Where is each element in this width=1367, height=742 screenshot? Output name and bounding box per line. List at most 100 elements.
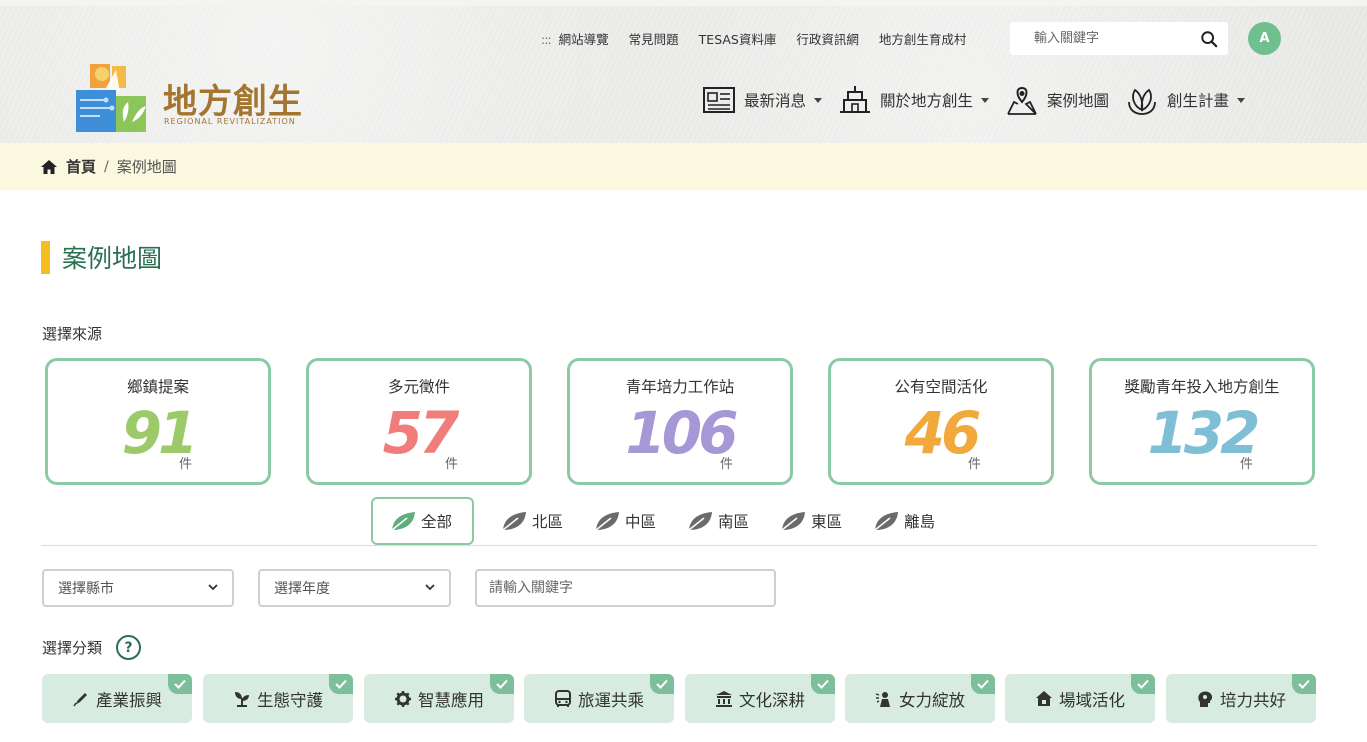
top-link-sitemap[interactable]: ::: 網站導覽 <box>541 29 609 48</box>
checkmark-icon <box>650 674 674 694</box>
checkmark-icon <box>329 674 353 694</box>
source-card-youth-reward[interactable]: 獎勵青年投入地方創生 132 件 <box>1089 358 1315 485</box>
top-link-faq[interactable]: 常見問題 <box>629 29 679 48</box>
category-chip-women[interactable]: 女力綻放 <box>845 674 995 723</box>
leaf-icon <box>874 512 899 531</box>
chip-label: 文化深耕 <box>739 690 805 710</box>
tab-label: 南區 <box>718 513 750 531</box>
nav-news-label: 最新消息 <box>744 92 807 110</box>
checkmark-icon <box>168 674 192 694</box>
chip-label: 智慧應用 <box>418 690 484 710</box>
region-tabs: 全部 北區 中區 南區 東區 離島 <box>371 497 953 545</box>
category-chip-space[interactable]: 場域活化 <box>1005 674 1155 723</box>
map-pin-icon <box>1007 86 1037 115</box>
help-icon[interactable]: ? <box>116 635 141 660</box>
top-link-tesas[interactable]: TESAS資料庫 <box>699 29 777 48</box>
page-title: 案例地圖 <box>62 244 163 273</box>
source-card-public-space[interactable]: 公有空間活化 46 件 <box>828 358 1054 485</box>
bus-icon <box>555 689 571 707</box>
leaf-hand-icon <box>1128 88 1156 115</box>
category-chip-culture[interactable]: 文化深耕 <box>685 674 835 723</box>
year-select[interactable]: 選擇年度 <box>258 569 451 607</box>
source-card-title: 青年培力工作站 <box>625 378 735 396</box>
site-search-input[interactable] <box>1010 23 1180 54</box>
chevron-down-icon <box>981 97 990 103</box>
category-chip-empower[interactable]: 培力共好 <box>1166 674 1316 723</box>
chip-label: 女力綻放 <box>899 690 965 710</box>
search-icon[interactable] <box>1200 30 1218 48</box>
nav-news[interactable]: 最新消息 <box>702 84 823 116</box>
title-accent-bar <box>41 240 50 274</box>
chevron-down-icon <box>1237 97 1246 103</box>
category-chip-ecology[interactable]: 生態守護 <box>203 674 353 723</box>
house-icon <box>1036 690 1052 706</box>
county-select[interactable]: 選擇縣市 <box>42 569 234 607</box>
site-search <box>1010 22 1228 55</box>
woman-icon <box>875 691 890 707</box>
category-chip-industry[interactable]: 產業振興 <box>42 674 192 723</box>
site-logo[interactable]: 地方創生 REGIONAL REVITALIZATION <box>76 62 316 134</box>
source-card-unit: 件 <box>968 457 982 472</box>
chip-label: 旅運共乘 <box>578 690 644 710</box>
source-card-unit: 件 <box>445 457 459 472</box>
top-link-sitemap-label: 網站導覽 <box>558 32 609 47</box>
pen-icon <box>73 692 87 706</box>
top-link-admin-info[interactable]: 行政資訊網 <box>796 29 859 48</box>
logo-title: 地方創生 <box>163 82 303 122</box>
source-card-title: 鄉鎮提案 <box>126 378 189 396</box>
tab-region-islands[interactable]: 離島 <box>860 497 947 545</box>
tab-region-east[interactable]: 東區 <box>767 497 854 545</box>
chip-label: 生態守護 <box>257 690 323 710</box>
nav-case-map[interactable]: 案例地圖 <box>1005 84 1109 116</box>
breadcrumb-separator: / <box>104 158 109 175</box>
tab-label: 東區 <box>811 513 843 531</box>
category-chip-smart[interactable]: 智慧應用 <box>364 674 514 723</box>
leaf-icon <box>502 512 527 531</box>
chevron-down-icon <box>208 584 218 591</box>
nav-about[interactable]: 關於地方創生 <box>838 84 990 116</box>
tab-region-north[interactable]: 北區 <box>488 497 575 545</box>
nav-about-label: 關於地方創生 <box>880 92 974 110</box>
home-icon[interactable] <box>40 159 58 175</box>
building-icon <box>840 86 871 113</box>
source-card-count: 91 <box>121 399 199 467</box>
source-card-count: 132 <box>1147 399 1260 467</box>
county-select-value: 選擇縣市 <box>58 581 114 597</box>
source-card-unit: 件 <box>179 457 193 472</box>
checkmark-icon <box>490 674 514 694</box>
source-label: 選擇來源 <box>42 325 103 343</box>
site-header: ::: 網站導覽 常見問題 TESAS資料庫 行政資訊網 地方創生育成村 A <box>0 0 1367 143</box>
breadcrumb-current: 案例地圖 <box>116 158 177 176</box>
tab-label: 全部 <box>421 513 453 531</box>
source-card-title: 多元徵件 <box>387 378 450 396</box>
checkmark-icon <box>811 674 835 694</box>
leaf-icon <box>391 512 415 531</box>
source-card-diverse[interactable]: 多元徵件 57 件 <box>306 358 532 485</box>
breadcrumb-home[interactable]: 首頁 <box>66 156 96 177</box>
source-card-township[interactable]: 鄉鎮提案 91 件 <box>45 358 271 485</box>
source-card-unit: 件 <box>1240 457 1254 472</box>
checkmark-icon <box>971 674 995 694</box>
gear-icon <box>395 690 411 707</box>
leaf-icon <box>781 512 806 531</box>
tab-region-all[interactable]: 全部 <box>371 497 475 545</box>
source-card-youth-station[interactable]: 青年培力工作站 106 件 <box>567 358 793 485</box>
keyword-input[interactable] <box>475 569 776 607</box>
newspaper-icon <box>703 87 735 113</box>
sitemap-dots-icon: ::: <box>541 32 552 47</box>
category-chip-transport[interactable]: 旅運共乘 <box>524 674 674 723</box>
temple-icon <box>716 690 732 707</box>
top-link-incubator[interactable]: 地方創生育成村 <box>879 29 967 48</box>
tab-label: 離島 <box>904 513 936 531</box>
tab-region-south[interactable]: 南區 <box>674 497 761 545</box>
source-card-title: 獎勵青年投入地方創生 <box>1124 378 1280 396</box>
chip-label: 產業振興 <box>96 690 162 710</box>
source-card-count: 46 <box>904 399 982 467</box>
nav-case-map-label: 案例地圖 <box>1047 92 1110 110</box>
chevron-down-icon <box>425 584 435 591</box>
nav-plan[interactable]: 創生計畫 <box>1125 84 1246 116</box>
tab-region-central[interactable]: 中區 <box>581 497 668 545</box>
user-avatar[interactable]: A <box>1248 22 1281 55</box>
top-links: ::: 網站導覽 常見問題 TESAS資料庫 行政資訊網 地方創生育成村 <box>541 29 986 48</box>
head-icon <box>1198 690 1213 707</box>
